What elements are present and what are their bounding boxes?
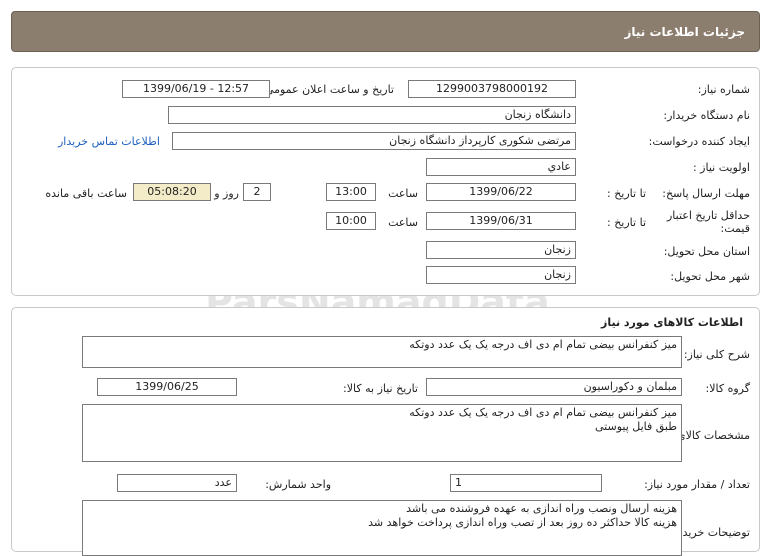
page-title: جزئیات اطلاعات نیاز xyxy=(624,25,745,39)
description-line-2: هزینه کالا حداکثر ده روز بعد از تصب وراه… xyxy=(368,516,677,529)
days-remaining-field: 2 xyxy=(243,183,271,201)
deadline-date-field: 1399/06/22 xyxy=(426,183,576,201)
validity-label: حداقل تاریخ اعتبار قیمت: xyxy=(666,209,750,235)
spec-line-1: میز کنفرانس بیضی تمام ام دی اف درجه یک ی… xyxy=(409,406,677,419)
priority-field: عادي xyxy=(426,158,576,176)
goods-group-field: مبلمان و دکوراسیون xyxy=(426,378,682,396)
buyer-org-label: نام دستگاه خریدار: xyxy=(663,109,750,122)
requester-field: مرتضی شکوری کارپرداز دانشگاه زنجان xyxy=(172,132,576,150)
city-label: شهر محل تحویل: xyxy=(670,270,750,283)
remaining-time-field: 05:08:20 xyxy=(133,183,211,201)
validity-to-date-label: تا تاریخ : xyxy=(607,216,646,229)
need-date-label: تاریخ نیاز به کالا: xyxy=(343,382,418,395)
city-field: زنجان xyxy=(426,266,576,284)
deadline-label: مهلت ارسال پاسخ: xyxy=(662,187,750,200)
quantity-field: 1 xyxy=(450,474,602,492)
description-line-1: هزینه ارسال ونصب وراه اندازی به عهده فرو… xyxy=(406,502,677,515)
priority-label: اولویت نیاز : xyxy=(692,161,750,174)
days-label: روز و xyxy=(214,187,239,200)
buyer-description-label: توضیحات خریدار: xyxy=(670,526,751,539)
need-date-field: 1399/06/25 xyxy=(97,378,237,396)
summary-label: شرح کلی نیاز: xyxy=(683,348,750,361)
remaining-label: ساعت باقی مانده xyxy=(45,187,127,200)
need-number-label: شماره نیاز: xyxy=(697,83,750,96)
deadline-time-field: 13:00 xyxy=(326,183,376,201)
deadline-to-date-label: تا تاریخ : xyxy=(607,187,646,200)
need-number-field: 1299003798000192 xyxy=(408,80,576,98)
buyer-org-field: دانشگاه زنجان xyxy=(168,106,576,124)
province-field: زنجان xyxy=(426,241,576,259)
quantity-label: تعداد / مقدار مورد نیاز: xyxy=(644,478,750,491)
page-header: جزئیات اطلاعات نیاز xyxy=(11,11,760,52)
spec-line-2: طبق فایل پیوستی xyxy=(594,420,677,433)
buyer-contact-link[interactable]: اطلاعات تماس خریدار xyxy=(58,135,160,148)
announce-field: 1399/06/19 - 12:57 xyxy=(122,80,270,98)
requester-label: ایجاد کننده درخواست: xyxy=(648,135,750,148)
summary-field: میز کنفرانس بیضی تمام ام دی اف درجه یک ی… xyxy=(82,336,682,368)
announce-label: تاریخ و ساعت اعلان عمومی: xyxy=(261,83,394,96)
validity-time-field: 10:00 xyxy=(326,212,376,230)
unit-label: واحد شمارش: xyxy=(265,478,331,491)
deadline-time-label: ساعت xyxy=(388,187,418,200)
validity-date-field: 1399/06/31 xyxy=(426,212,576,230)
unit-field: عدد xyxy=(117,474,237,492)
province-label: استان محل تحویل: xyxy=(663,245,750,258)
goods-section-title: اطلاعات کالاهای مورد نیاز xyxy=(601,316,743,329)
validity-time-label: ساعت xyxy=(388,216,418,229)
buyer-description-field: هزینه ارسال ونصب وراه اندازی به عهده فرو… xyxy=(82,500,682,556)
need-info-panel xyxy=(11,67,760,296)
spec-field: میز کنفرانس بیضی تمام ام دی اف درجه یک ی… xyxy=(82,404,682,462)
goods-group-label: گروه کالا: xyxy=(705,382,750,395)
